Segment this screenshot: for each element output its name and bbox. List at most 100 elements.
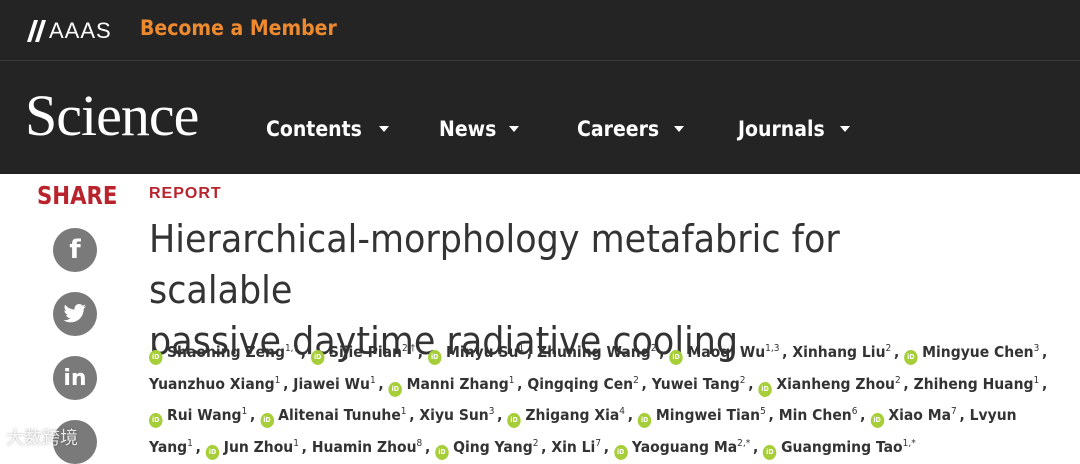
author-name: Yuwei Tang xyxy=(651,374,740,393)
author-link[interactable]: iD Maoqi Wu1,3 xyxy=(669,343,780,366)
author-link[interactable]: Xin Li7 xyxy=(551,438,601,456)
author-link[interactable]: iD Alitenai Tunuhe1 xyxy=(260,406,407,429)
orcid-icon[interactable]: iD xyxy=(870,413,884,429)
article-type-label: REPORT xyxy=(149,185,222,202)
author-link[interactable]: iD Mingyue Chen3 xyxy=(904,343,1040,366)
author-affiliation: 1 xyxy=(241,406,248,418)
author-affiliation: 2 xyxy=(633,374,639,386)
author-link[interactable]: Min Chen6 xyxy=(779,406,858,424)
author-link[interactable]: iD Guangming Tao1,* xyxy=(763,437,916,461)
author-link[interactable]: iD Zhigang Xia4 xyxy=(507,406,625,429)
author-link[interactable]: Yuanzhuo Xiang1 xyxy=(149,375,280,393)
author-affiliation: 8 xyxy=(416,437,423,449)
author-link[interactable]: Xinhang Liu2 xyxy=(792,343,891,361)
author-name: Minyu Su xyxy=(445,343,519,362)
author-link[interactable]: iD Sijie Pian2,† xyxy=(310,343,416,366)
nav-journals[interactable]: Journals xyxy=(738,117,851,141)
author-affiliation: 1,3 xyxy=(765,343,780,354)
orcid-icon[interactable]: iD xyxy=(435,445,449,461)
author-affiliation: 7 xyxy=(951,406,957,418)
chevron-down-icon xyxy=(378,126,389,132)
twitter-icon xyxy=(63,304,86,323)
author-name: Xin Li xyxy=(551,438,596,457)
author-affiliation: 5 xyxy=(760,406,766,418)
article-title-line-1: Hierarchical-morphology metafabric for s… xyxy=(149,217,840,312)
twitter-share-button[interactable] xyxy=(53,292,97,336)
author-affiliation: 1 xyxy=(187,437,193,449)
orcid-icon[interactable]: iD xyxy=(669,350,683,366)
author-affiliation: 2,* xyxy=(737,437,751,449)
author-name: Xiao Ma xyxy=(888,406,952,425)
watermark: 大数跨境 xyxy=(6,428,78,449)
author-name: Yaoguang Ma xyxy=(631,438,738,457)
orcid-icon[interactable]: iD xyxy=(904,350,918,366)
orcid-icon[interactable]: iD xyxy=(763,445,777,461)
author-name: Guangming Tao xyxy=(781,438,903,457)
nav-careers-label: Careers xyxy=(577,117,660,141)
chevron-down-icon xyxy=(674,126,685,132)
author-link[interactable]: iD Xianheng Zhou2 xyxy=(758,374,901,397)
author-link[interactable]: iD Shaoning Zeng1,† xyxy=(149,343,299,366)
orcid-icon[interactable]: iD xyxy=(260,413,274,429)
author-link[interactable]: Yuwei Tang2 xyxy=(652,375,746,393)
author-name: Shaoning Zeng xyxy=(167,343,285,362)
orcid-icon[interactable]: iD xyxy=(388,381,403,397)
science-logo[interactable]: Science xyxy=(25,87,199,145)
author-link[interactable]: Zhiheng Huang1 xyxy=(914,375,1040,393)
aaas-logo[interactable]: AAAS xyxy=(27,18,112,44)
author-list: iD Shaoning Zeng1,†, iD Sijie Pian2,†, iD M… xyxy=(149,335,1049,462)
share-label: SHARE xyxy=(37,181,118,210)
author-name: Huamin Zhou xyxy=(311,438,417,457)
orcid-icon[interactable]: iD xyxy=(149,350,163,366)
author-name: Xinhang Liu xyxy=(792,343,886,362)
author-link[interactable]: Qingqing Cen2 xyxy=(527,375,638,393)
author-affiliation: 7 xyxy=(595,437,602,449)
author-name: Manni Zhang xyxy=(406,374,509,393)
linkedin-icon: in xyxy=(63,365,87,391)
author-link[interactable]: iD Qing Yang2 xyxy=(435,438,538,461)
author-link[interactable]: iD Minyu Su1 xyxy=(427,343,524,366)
author-name: Xiyu Sun xyxy=(419,406,489,425)
author-link[interactable]: iD Manni Zhang1 xyxy=(388,374,514,397)
author-affiliation: 6 xyxy=(851,406,858,418)
author-affiliation: 1,† xyxy=(284,343,299,354)
author-link[interactable]: Zhuning Wang2 xyxy=(537,343,656,361)
nav-journals-label: Journals xyxy=(738,117,825,141)
author-link[interactable]: iD Xiao Ma7 xyxy=(870,406,957,429)
author-affiliation: 3 xyxy=(1033,343,1040,354)
orcid-icon[interactable]: iD xyxy=(507,413,521,429)
author-name: Mingyue Chen xyxy=(922,343,1034,362)
author-affiliation: 2 xyxy=(739,374,746,386)
author-link[interactable]: iD Rui Wang1 xyxy=(149,406,248,429)
author-name: Xianheng Zhou xyxy=(776,374,895,393)
orcid-icon[interactable]: iD xyxy=(149,413,163,429)
author-link[interactable]: iD Jun Zhou1 xyxy=(205,437,299,461)
author-link[interactable]: Huamin Zhou8 xyxy=(312,438,422,456)
orcid-icon[interactable]: iD xyxy=(637,413,652,429)
author-name: Yuanzhuo Xiang xyxy=(149,374,275,393)
orcid-icon[interactable]: iD xyxy=(205,445,220,461)
orcid-icon[interactable]: iD xyxy=(427,350,442,366)
author-name: Zhuning Wang xyxy=(537,343,651,362)
science-nav-bar: Science Contents News Careers Journals xyxy=(0,61,1080,174)
nav-contents[interactable]: Contents xyxy=(266,117,389,141)
linkedin-share-button[interactable]: in xyxy=(53,356,97,400)
author-link[interactable]: iD Yaoguang Ma2,* xyxy=(613,437,751,461)
nav-news[interactable]: News xyxy=(439,117,519,141)
nav-news-label: News xyxy=(439,117,497,141)
nav-careers[interactable]: Careers xyxy=(577,117,685,141)
orcid-icon[interactable]: iD xyxy=(613,445,628,461)
author-link[interactable]: Jiawei Wu1 xyxy=(293,375,375,393)
author-name: Qing Yang xyxy=(453,438,533,457)
facebook-share-button[interactable]: f xyxy=(53,228,97,272)
author-affiliation: 1 xyxy=(293,437,299,449)
author-link[interactable]: Xiyu Sun3 xyxy=(419,406,494,424)
aaas-mark-icon xyxy=(27,20,46,42)
author-affiliation: 1,* xyxy=(902,437,916,449)
orcid-icon[interactable]: iD xyxy=(310,350,325,366)
orcid-icon[interactable]: iD xyxy=(758,381,772,397)
become-member-link[interactable]: Become a Member xyxy=(140,16,337,40)
author-affiliation: 2,† xyxy=(401,343,416,354)
author-name: Qingqing Cen xyxy=(527,374,634,393)
author-link[interactable]: iD Mingwei Tian5 xyxy=(637,406,766,429)
